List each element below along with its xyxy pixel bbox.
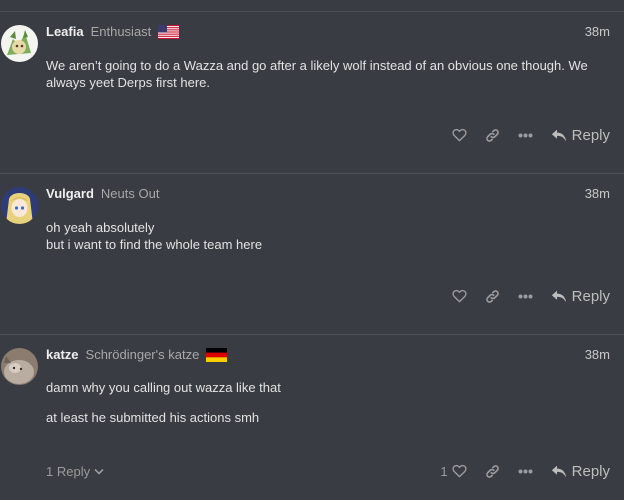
- post-vulgard: Vulgard Neuts Out 38m oh yeah absolutely…: [0, 173, 624, 334]
- post-actions: Reply: [434, 124, 610, 146]
- like-count[interactable]: 1: [440, 464, 447, 479]
- post-paragraph: oh yeah absolutely: [46, 220, 155, 235]
- like-button[interactable]: [452, 128, 467, 142]
- like-button[interactable]: 1: [440, 464, 467, 479]
- post-time[interactable]: 38m: [585, 23, 610, 41]
- more-button[interactable]: [518, 133, 533, 138]
- username[interactable]: Leafia: [46, 23, 84, 41]
- reply-button[interactable]: Reply: [551, 127, 610, 144]
- post-katze: katze Schrödinger's katze 38m damn why y…: [0, 334, 624, 500]
- reply-arrow-icon: [551, 465, 566, 477]
- avatar[interactable]: [1, 187, 38, 224]
- chevron-down-icon: [94, 468, 104, 475]
- post-time[interactable]: 38m: [585, 346, 610, 364]
- de-flag-icon: [206, 348, 228, 362]
- user-title: Enthusiast: [90, 24, 152, 39]
- avatar[interactable]: [1, 348, 38, 385]
- more-button[interactable]: [518, 469, 533, 474]
- post-paragraph: damn why you calling out wazza like that: [46, 380, 281, 395]
- post-actions: 1 Reply: [422, 460, 610, 482]
- avatar-vulgard-icon: [1, 187, 38, 224]
- avatar-leafia-icon: [1, 25, 38, 62]
- link-icon: [485, 289, 499, 303]
- post-actions: Reply: [434, 285, 610, 307]
- reply-label: Reply: [571, 126, 610, 144]
- link-icon: [485, 128, 499, 142]
- replies-count-label: 1 Reply: [46, 463, 91, 479]
- heart-icon: [452, 128, 467, 142]
- post-leafia: Leafia Enthusiast 38m We aren’t going to…: [0, 11, 624, 173]
- heart-icon: [452, 464, 467, 478]
- like-button[interactable]: [452, 289, 467, 303]
- post-body: We aren’t going to do a Wazza and go aft…: [46, 57, 610, 91]
- copy-link-button[interactable]: [485, 464, 500, 479]
- reply-label: Reply: [571, 287, 610, 305]
- copy-link-button[interactable]: [485, 289, 500, 304]
- heart-icon: [452, 289, 467, 303]
- post-body: damn why you calling out wazza like that…: [46, 379, 610, 426]
- post-paragraph: We aren’t going to do a Wazza and go aft…: [46, 58, 588, 90]
- post-meta: katze Schrödinger's katze: [46, 346, 228, 364]
- show-replies-button[interactable]: 1 Reply: [46, 460, 104, 482]
- post-body: oh yeah absolutely but i want to find th…: [46, 219, 610, 253]
- reply-button[interactable]: Reply: [551, 288, 610, 305]
- reply-button[interactable]: Reply: [551, 463, 610, 480]
- ellipsis-icon: [518, 133, 533, 137]
- ellipsis-icon: [518, 469, 533, 473]
- reply-arrow-icon: [551, 129, 566, 141]
- more-button[interactable]: [518, 294, 533, 299]
- us-flag-icon: [158, 25, 180, 39]
- ellipsis-icon: [518, 294, 533, 298]
- post-meta: Leafia Enthusiast: [46, 23, 180, 41]
- username[interactable]: Vulgard: [46, 185, 94, 203]
- copy-link-button[interactable]: [485, 128, 500, 143]
- post-time[interactable]: 38m: [585, 185, 610, 203]
- reply-label: Reply: [571, 462, 610, 480]
- avatar[interactable]: [1, 25, 38, 62]
- post-paragraph: but i want to find the whole team here: [46, 237, 263, 252]
- post-paragraph: at least he submitted his actions smh: [46, 410, 260, 425]
- link-icon: [485, 464, 499, 478]
- user-title: Schrödinger's katze: [85, 347, 200, 362]
- username[interactable]: katze: [46, 346, 79, 364]
- post-meta: Vulgard Neuts Out: [46, 185, 159, 203]
- user-title: Neuts Out: [100, 186, 160, 201]
- reply-arrow-icon: [551, 290, 566, 302]
- avatar-katze-icon: [1, 348, 38, 385]
